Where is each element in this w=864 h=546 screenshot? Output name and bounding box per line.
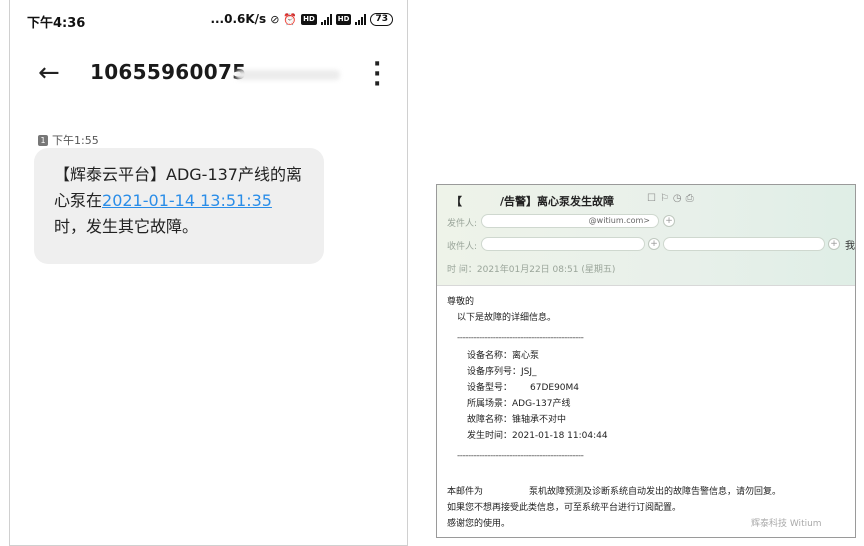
redacted-contact-name xyxy=(236,70,340,80)
sim-card-icon: 1 xyxy=(38,134,48,146)
signal-icon-2 xyxy=(355,13,367,25)
message-time: 下午1:55 xyxy=(52,134,99,147)
detail-time: 发生时间：2021-01-18 11:04:44 xyxy=(467,431,608,441)
footer-line-2: 如果您不想再接受此类信息，可至系统平台进行订阅配置。 xyxy=(447,503,682,513)
sms-screen: 下午4:36 ...0.6K/s ⊘ ⏰ HD HD 73 ← 10655960… xyxy=(9,0,408,546)
message-text-2: 心泵在 xyxy=(54,191,103,210)
detail-scene: 所属场景：ADG-137产线 xyxy=(467,399,571,409)
hd-icon: HD xyxy=(301,13,317,25)
back-arrow-icon[interactable]: ← xyxy=(38,58,60,88)
message-text-1: 【辉泰云平台】ADG-137产线的离 xyxy=(54,165,302,184)
alarm-icon: ⏰ xyxy=(283,12,298,26)
separator-bottom: ----------------------------------------… xyxy=(457,451,584,461)
email-action-icons[interactable]: ☐⚐◷⎙ xyxy=(647,193,698,204)
recipient-2 xyxy=(663,237,825,251)
hd-icon-2: HD xyxy=(335,13,352,25)
conversation-header: ← 10655960075 · · · xyxy=(10,50,407,96)
intro-line: 以下是故障的详细信息。 xyxy=(457,313,557,323)
detail-model: 设备型号： 67DE90M4 xyxy=(467,383,580,393)
subject-text: /告警】离心泵发生故障 xyxy=(500,195,615,208)
recipient-overflow: 我 xyxy=(845,241,855,252)
message-meta: 1 下午1:55 xyxy=(38,132,99,148)
detail-fault-name: 故障名称：锥轴承不对中 xyxy=(467,415,567,425)
from-address: @witium.com> xyxy=(481,214,659,228)
mute-icon: ⊘ xyxy=(270,12,280,26)
signal-icon xyxy=(320,13,332,25)
message-text-3: 时，发生其它故障。 xyxy=(54,217,199,236)
subject-bracket: 【 xyxy=(451,195,462,208)
to-label: 收件人: xyxy=(447,242,478,252)
from-label: 发件人: xyxy=(447,219,478,229)
status-time: 下午4:36 xyxy=(27,16,86,31)
contact-number: 10655960075 xyxy=(90,60,247,84)
network-speed: ...0.6K/s xyxy=(210,12,267,26)
more-options-icon[interactable]: · · · xyxy=(373,54,381,96)
greeting: 尊敬的 xyxy=(447,297,475,307)
recipient-1 xyxy=(481,237,645,251)
battery-icon: 73 xyxy=(370,12,393,26)
status-indicators: ...0.6K/s ⊘ ⏰ HD HD 73 xyxy=(210,12,393,26)
status-bar: 下午4:36 ...0.6K/s ⊘ ⏰ HD HD 73 xyxy=(10,0,407,40)
add-recipient-icon-2[interactable]: + xyxy=(828,238,840,250)
detail-serial: 设备序列号：JSJ_ xyxy=(467,367,537,377)
footer-line-1: 本邮件为 泵机故障预测及诊断系统自动发出的故障告警信息，请勿回复。 xyxy=(447,487,782,497)
email-header: 【 /告警】离心泵发生故障 ☐⚐◷⎙ 发件人: @witium.com> + 收件… xyxy=(437,185,855,286)
message-bubble[interactable]: 【辉泰云平台】ADG-137产线的离 心泵在2021-01-14 13:51:3… xyxy=(34,148,324,264)
separator-top: ----------------------------------------… xyxy=(457,333,584,343)
timestamp-link[interactable]: 2021-01-14 13:51:35 xyxy=(102,191,272,210)
add-recipient-icon[interactable]: + xyxy=(648,238,660,250)
detail-device-name: 设备名称：离心泵 xyxy=(467,351,540,361)
watermark: 辉泰科技 Witium xyxy=(751,519,822,529)
date-line: 时 间：2021年01月22日 08:51 (星期五) xyxy=(447,265,616,275)
email-subject: 【 /告警】离心泵发生故障 xyxy=(451,193,614,209)
footer-line-3: 感谢您的使用。 xyxy=(447,519,511,529)
add-sender-icon[interactable]: + xyxy=(663,215,675,227)
email-screenshot: 【 /告警】离心泵发生故障 ☐⚐◷⎙ 发件人: @witium.com> + 收件… xyxy=(436,184,856,538)
